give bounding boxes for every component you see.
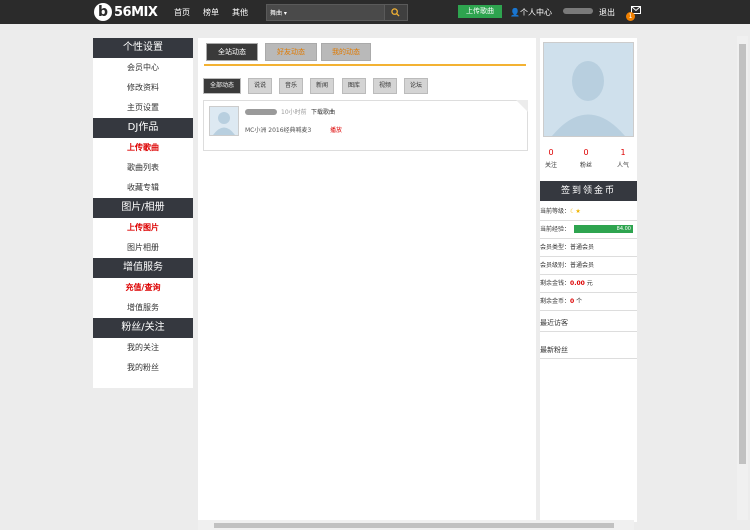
fans-label: 粉丝 bbox=[579, 162, 592, 169]
default-avatar-icon bbox=[213, 112, 235, 135]
follow-label: 关注 bbox=[544, 162, 557, 169]
fans-count[interactable]: 0 bbox=[576, 148, 596, 157]
profile-avatar[interactable] bbox=[543, 42, 634, 137]
site-logo[interactable]: b 56MIX bbox=[94, 2, 158, 22]
default-avatar-icon bbox=[552, 61, 625, 136]
profile-panel: 0 关注 0 粉丝 1 人气 签到领金币 当前等级：☾★ 当前经验： 84.00… bbox=[540, 38, 637, 522]
member-level-row: 会员级别：普通会员 bbox=[540, 257, 637, 275]
sidebar-item-upload-photo[interactable]: 上传图片 bbox=[93, 218, 193, 238]
follow-count[interactable]: 0 bbox=[541, 148, 561, 157]
tab-music[interactable]: 音乐 bbox=[279, 78, 303, 94]
exp-progress-bar: 84.00 bbox=[574, 225, 633, 233]
coins-row: 剩余金币：0 个 bbox=[540, 293, 637, 311]
sidebar-header-fans: 粉丝/关注 bbox=[93, 318, 193, 338]
tab-my-feed[interactable]: 我的动态 bbox=[321, 43, 371, 61]
play-link[interactable]: 播放 bbox=[330, 125, 342, 134]
feed-item: 10小时前 下载歌曲 MC小洲 2016经典喊麦3 播放 bbox=[203, 100, 528, 151]
vertical-scrollbar-thumb[interactable] bbox=[739, 44, 746, 464]
horizontal-scrollbar-thumb[interactable] bbox=[214, 523, 614, 528]
feed-song-title[interactable]: MC小洲 2016经典喊麦3 bbox=[245, 125, 311, 134]
popularity-count: 1 bbox=[620, 148, 626, 157]
balance-row: 剩余金钱：0.00 元 bbox=[540, 275, 637, 293]
tab-site-feed[interactable]: 全站动态 bbox=[206, 43, 258, 61]
corner-fold bbox=[516, 100, 528, 112]
sidebar-header-settings: 个性设置 bbox=[93, 38, 193, 58]
top-navbar: b 56MIX 首页 榜单 其他 舞曲 ▾ 上传歌曲 👤个人中心 退出 1 bbox=[0, 0, 750, 24]
nav-home[interactable]: 首页 bbox=[174, 7, 190, 18]
sidebar-item-value-added-service[interactable]: 增值服务 bbox=[93, 298, 193, 318]
avatar[interactable] bbox=[209, 106, 239, 136]
search-category-select[interactable]: 舞曲 ▾ bbox=[270, 8, 287, 17]
new-fans-heading: 最新粉丝 bbox=[540, 345, 637, 359]
checkin-button[interactable]: 签到领金币 bbox=[540, 181, 637, 201]
sidebar-item-homepage-settings[interactable]: 主页设置 bbox=[93, 98, 193, 118]
sidebar-item-recharge[interactable]: 充值/查询 bbox=[93, 278, 193, 298]
tab-talk[interactable]: 说说 bbox=[248, 78, 272, 94]
tab-all[interactable]: 全部动态 bbox=[203, 78, 241, 94]
upload-song-button[interactable]: 上传歌曲 bbox=[458, 5, 502, 18]
sidebar-item-upload-song[interactable]: 上传歌曲 bbox=[93, 138, 193, 158]
member-type-row: 会员类型：普通会员 bbox=[540, 239, 637, 257]
user-center-link[interactable]: 👤个人中心 bbox=[510, 7, 552, 18]
sidebar: 个性设置 会员中心 修改资料 主页设置 DJ作品 上传歌曲 歌曲列表 收藏专辑 … bbox=[93, 38, 193, 388]
search-icon bbox=[391, 8, 400, 17]
tab-underline bbox=[204, 64, 526, 66]
sidebar-item-photo-album[interactable]: 图片相册 bbox=[93, 238, 193, 258]
horizontal-scrollbar[interactable] bbox=[198, 520, 634, 530]
sidebar-header-dj-works: DJ作品 bbox=[93, 118, 193, 138]
search-button[interactable] bbox=[384, 5, 407, 20]
tab-video[interactable]: 视频 bbox=[373, 78, 397, 94]
tab-news[interactable]: 新闻 bbox=[310, 78, 334, 94]
level-row: 当前等级：☾★ bbox=[540, 203, 637, 221]
sidebar-item-member-center[interactable]: 会员中心 bbox=[93, 58, 193, 78]
username-blurred[interactable] bbox=[563, 8, 593, 14]
sidebar-item-favorite-albums[interactable]: 收藏专辑 bbox=[93, 178, 193, 198]
search-input[interactable]: 舞曲 ▾ bbox=[266, 4, 408, 21]
sidebar-item-my-follows[interactable]: 我的关注 bbox=[93, 338, 193, 358]
sidebar-item-song-list[interactable]: 歌曲列表 bbox=[93, 158, 193, 178]
feed-username-blurred[interactable] bbox=[245, 109, 277, 115]
nav-other[interactable]: 其他 bbox=[232, 7, 248, 18]
nav-charts[interactable]: 榜单 bbox=[203, 7, 219, 18]
popularity-label: 人气 bbox=[616, 162, 629, 169]
mail-badge: 1 bbox=[626, 12, 635, 21]
logout-link[interactable]: 退出 bbox=[599, 7, 615, 18]
sidebar-header-photos: 图片/相册 bbox=[93, 198, 193, 218]
tab-gallery[interactable]: 图库 bbox=[342, 78, 366, 94]
logo-text: 56MIX bbox=[114, 4, 158, 20]
logo-b-icon: b bbox=[94, 3, 112, 21]
tab-forum[interactable]: 论坛 bbox=[404, 78, 428, 94]
star-icon: ★ bbox=[575, 208, 581, 215]
tab-friends-feed[interactable]: 好友动态 bbox=[265, 43, 317, 61]
recent-visitors-heading: 最近访客 bbox=[540, 318, 637, 332]
sidebar-item-edit-profile[interactable]: 修改资料 bbox=[93, 78, 193, 98]
sidebar-header-value-added: 增值服务 bbox=[93, 258, 193, 278]
sidebar-item-my-fans[interactable]: 我的粉丝 bbox=[93, 358, 193, 378]
vertical-scrollbar[interactable] bbox=[737, 36, 748, 520]
feed-time: 10小时前 bbox=[281, 109, 307, 116]
exp-row: 当前经验： 84.00 bbox=[540, 221, 637, 239]
feed-action: 下载歌曲 bbox=[311, 109, 336, 116]
user-icon: 👤 bbox=[510, 8, 520, 17]
main-content: 全站动态 好友动态 我的动态 全部动态 说说 音乐 新闻 图库 视频 论坛 10… bbox=[198, 38, 536, 530]
